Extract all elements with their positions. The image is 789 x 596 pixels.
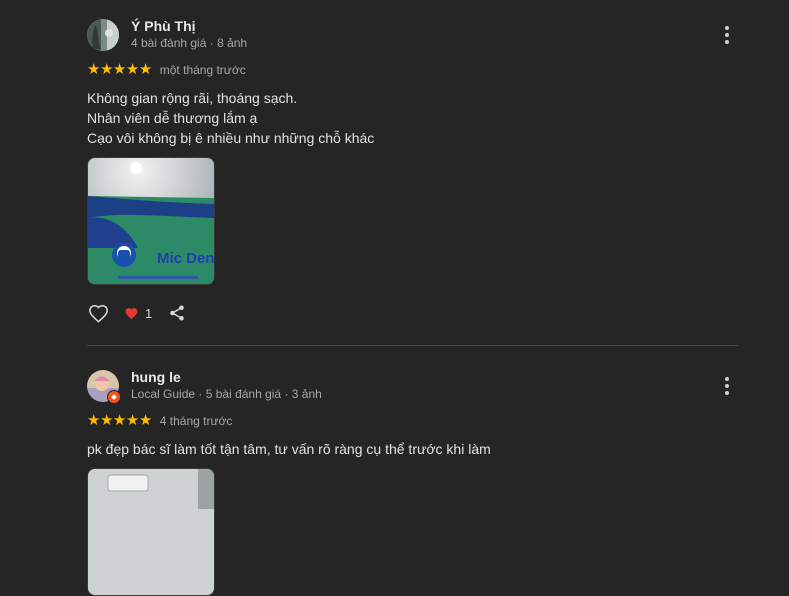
star-icon: ★ bbox=[138, 61, 153, 78]
red-heart-icon bbox=[125, 307, 138, 319]
more-options-button[interactable] bbox=[717, 24, 737, 46]
reviewer-meta: 4 bài đánh giá · 8 ảnh bbox=[131, 36, 248, 50]
review-date: một tháng trước bbox=[159, 62, 246, 77]
review-photo[interactable]: Mic Dental bbox=[87, 157, 215, 285]
review-photo[interactable] bbox=[87, 468, 215, 596]
like-count: 1 bbox=[145, 305, 153, 321]
review-text: pk đẹp bác sĩ làm tốt tận tâm, tư vấn rõ… bbox=[87, 441, 491, 457]
review-date: 4 tháng trước bbox=[159, 413, 233, 428]
review-actions: 1 bbox=[87, 302, 188, 324]
share-button[interactable] bbox=[166, 302, 188, 324]
star-icon: ★ bbox=[125, 412, 140, 429]
review-text: Không gian rộng rãi, thoáng sạch. Nhân v… bbox=[87, 90, 375, 146]
reviewer-meta: Local Guide · 5 bài đánh giá · 3 ảnh bbox=[131, 387, 322, 401]
star-icon: ★ bbox=[125, 61, 140, 78]
more-vert-icon bbox=[725, 25, 729, 46]
avatar[interactable] bbox=[87, 19, 119, 51]
share-icon bbox=[170, 305, 184, 321]
star-icon: ★ bbox=[112, 412, 127, 429]
star-icon: ★ bbox=[87, 61, 101, 78]
more-options-button[interactable] bbox=[717, 375, 737, 397]
divider bbox=[87, 345, 738, 346]
star-icon: ★ bbox=[99, 61, 114, 78]
reaction-count[interactable]: 1 bbox=[124, 306, 152, 321]
star-rating: ★ ★ ★ ★ ★ một tháng trước bbox=[87, 62, 246, 77]
local-guide-badge-icon bbox=[107, 390, 121, 404]
more-vert-icon bbox=[725, 376, 729, 397]
avatar[interactable] bbox=[87, 370, 121, 404]
reviewer-name[interactable]: Ý Phù Thị bbox=[131, 18, 196, 34]
star-icon: ★ bbox=[112, 61, 127, 78]
star-icon: ★ bbox=[87, 412, 101, 429]
star-rating: ★ ★ ★ ★ ★ 4 tháng trước bbox=[87, 413, 232, 428]
like-button[interactable] bbox=[87, 302, 109, 324]
photo-logo: Mic Dental bbox=[157, 250, 214, 267]
heart-outline-icon bbox=[88, 304, 108, 323]
reviewer-name[interactable]: hung le bbox=[131, 369, 181, 385]
star-icon: ★ bbox=[138, 412, 153, 429]
star-icon: ★ bbox=[99, 412, 114, 429]
